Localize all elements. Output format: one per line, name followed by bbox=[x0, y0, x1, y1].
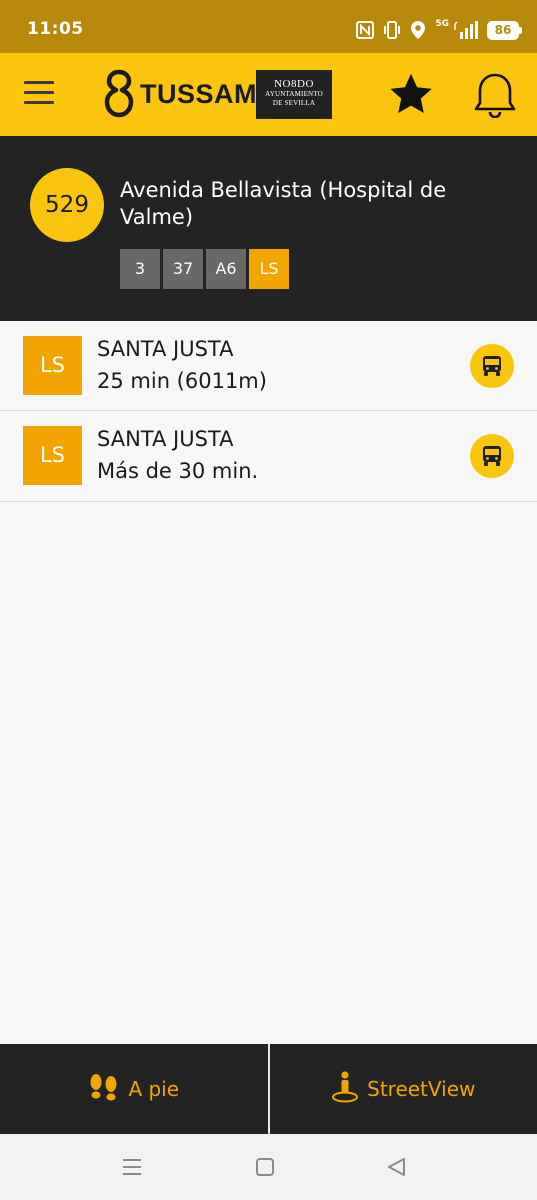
tussam-logo-icon bbox=[104, 69, 134, 123]
bell-icon[interactable] bbox=[473, 72, 517, 122]
back-icon[interactable] bbox=[386, 1156, 408, 1182]
route-chip-a6[interactable]: A6 bbox=[206, 249, 246, 289]
streetview-label: StreetView bbox=[367, 1077, 476, 1101]
line-badge: LS bbox=[23, 336, 82, 395]
line-badge: LS bbox=[23, 426, 82, 485]
walk-label: A pie bbox=[128, 1077, 180, 1101]
footprints-icon bbox=[88, 1073, 120, 1106]
arrival-list: LS SANTA JUSTA 25 min (6011m) LS SANTA J… bbox=[0, 321, 537, 502]
battery-icon: 86 bbox=[487, 20, 522, 40]
logo-box-line2: DE SEVILLA bbox=[272, 99, 316, 107]
walk-button[interactable]: A pie bbox=[0, 1044, 268, 1134]
status-icons: 5G 86 bbox=[356, 18, 522, 42]
arrival-time: Más de 30 min. bbox=[97, 459, 259, 483]
route-chip-ls[interactable]: LS bbox=[249, 249, 289, 289]
pegman-icon bbox=[331, 1070, 359, 1108]
logo-text: TUSSAM bbox=[140, 79, 257, 109]
status-time: 11:05 bbox=[27, 19, 84, 39]
star-icon[interactable] bbox=[388, 72, 434, 120]
route-chips: 3 37 A6 LS bbox=[120, 249, 289, 289]
recent-apps-icon[interactable] bbox=[121, 1156, 143, 1182]
system-nav-bar bbox=[0, 1134, 537, 1200]
bottom-action-bar: A pie StreetView bbox=[0, 1044, 537, 1134]
arrival-time: 25 min (6011m) bbox=[97, 369, 267, 393]
vibrate-icon bbox=[383, 20, 401, 40]
route-chip-37[interactable]: 37 bbox=[163, 249, 203, 289]
signal-icon bbox=[454, 20, 478, 40]
bus-icon[interactable] bbox=[470, 434, 514, 478]
streetview-button[interactable]: StreetView bbox=[270, 1044, 537, 1134]
bus-icon[interactable] bbox=[470, 344, 514, 388]
stop-name: Avenida Bellavista (Hospital de Valme) bbox=[120, 178, 447, 229]
app-header: TUSSAM NO8DO AYUNTAMIENTO DE SEVILLA bbox=[0, 53, 537, 136]
arrival-destination: SANTA JUSTA bbox=[97, 427, 234, 451]
logo-box-line1: AYUNTAMIENTO bbox=[265, 90, 323, 98]
stop-header: 529 Avenida Bellavista (Hospital de Valm… bbox=[0, 136, 537, 321]
menu-icon[interactable] bbox=[24, 81, 58, 107]
route-chip-3[interactable]: 3 bbox=[120, 249, 160, 289]
logo-box-top: NO8DO bbox=[274, 78, 314, 90]
list-item[interactable]: LS SANTA JUSTA 25 min (6011m) bbox=[0, 321, 537, 411]
list-item[interactable]: LS SANTA JUSTA Más de 30 min. bbox=[0, 411, 537, 502]
arrival-destination: SANTA JUSTA bbox=[97, 337, 234, 361]
network-type: 5G bbox=[435, 19, 449, 29]
location-icon bbox=[410, 20, 426, 40]
nfc-icon bbox=[356, 21, 375, 39]
stop-number-badge: 529 bbox=[30, 168, 104, 242]
status-bar: 11:05 5G 86 bbox=[0, 0, 537, 53]
home-icon[interactable] bbox=[255, 1156, 275, 1182]
ayuntamiento-logo: NO8DO AYUNTAMIENTO DE SEVILLA bbox=[256, 70, 332, 119]
